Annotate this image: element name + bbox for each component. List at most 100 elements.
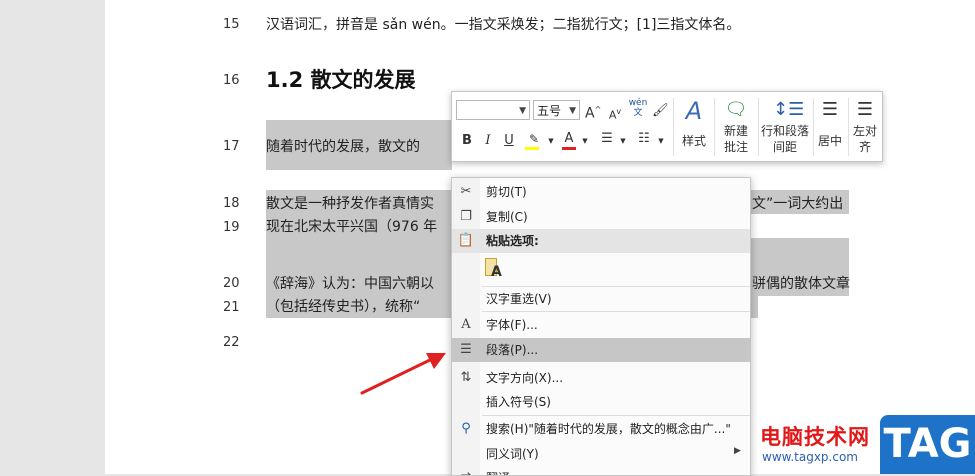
- chevron-down-icon[interactable]: ▼: [581, 132, 589, 150]
- align-left-icon: ☰: [856, 99, 874, 120]
- paragraph-line: （包括经传史书），统称“: [266, 299, 421, 315]
- menu-item-label: 插入符号(S): [486, 395, 551, 409]
- center-button[interactable]: ☰ 居中: [814, 96, 846, 156]
- highlighter-icon: ✎: [528, 132, 540, 146]
- paste-keep-text-only-button[interactable]: A: [482, 256, 504, 282]
- chevron-down-icon[interactable]: ▼: [657, 132, 665, 150]
- italic-button[interactable]: I: [481, 132, 495, 150]
- line-spacing-button[interactable]: ↕☰ 行和段落 间距: [759, 96, 811, 156]
- grow-font-button[interactable]: A^: [585, 101, 601, 123]
- line-number: 22: [223, 335, 240, 350]
- chevron-right-icon: ▶: [734, 446, 741, 456]
- menu-item-copy[interactable]: ❐ 复制(C): [452, 205, 750, 229]
- format-painter-button[interactable]: 🖌: [652, 102, 669, 120]
- paste-options-header: 📋 粘贴选项:: [452, 229, 750, 253]
- menu-item-label: 字体(F)...: [486, 318, 538, 332]
- menu-item-label: 汉字重选(V): [486, 292, 552, 306]
- paragraph-line: 汉语词汇，拼音是 sǎn wén。一指文采焕发；二指犹行文；[1]三指文体名。: [266, 17, 741, 33]
- menu-item-label: 同义词(Y): [486, 447, 539, 461]
- menu-item-hanzi-reconvert[interactable]: 汉字重选(V): [452, 287, 750, 311]
- font-name-combo[interactable]: ▼: [456, 100, 530, 120]
- new-comment-label: 新建: [723, 124, 748, 138]
- line-number: 21: [223, 300, 240, 315]
- numbering-button[interactable]: ☷: [633, 130, 655, 148]
- chevron-down-icon[interactable]: ▼: [547, 132, 555, 150]
- toolbar-divider: [673, 98, 674, 156]
- menu-item-translate[interactable]: ⇄ 翻译: [452, 466, 750, 475]
- text-direction-icon: ⇅: [460, 370, 472, 385]
- line-number: 15: [223, 17, 240, 32]
- line-number: 17: [223, 139, 240, 154]
- phonetic-guide-button[interactable]: wén文: [627, 98, 649, 118]
- menu-item-text-direction[interactable]: ⇅ 文字方向(X)...: [452, 366, 750, 390]
- format-painter-icon: 🖌: [652, 103, 669, 118]
- menu-item-insert-symbol[interactable]: 插入符号(S): [452, 390, 750, 414]
- center-label: 居中: [817, 134, 842, 148]
- paragraph-icon: ☰: [460, 342, 472, 357]
- line-number: 16: [223, 73, 240, 88]
- menu-item-label: 翻译: [486, 469, 510, 475]
- underline-button[interactable]: U: [502, 132, 516, 150]
- new-comment-icon: 🗨: [724, 99, 748, 120]
- grow-font-icon: A: [585, 105, 595, 122]
- bold-icon: B: [462, 133, 472, 148]
- new-comment-button[interactable]: 🗨 新建 批注: [716, 96, 756, 156]
- clipboard-icon: 📋: [457, 233, 475, 248]
- chevron-down-icon: ▼: [569, 106, 576, 116]
- shrink-font-button[interactable]: Av: [607, 103, 623, 125]
- menu-item-label: 文字方向(X)...: [486, 371, 564, 385]
- align-center-icon: ☰: [821, 99, 839, 120]
- bullets-button[interactable]: ☰: [596, 130, 618, 148]
- line-spacing-label: 间距: [772, 140, 797, 154]
- menu-item-synonyms[interactable]: 同义词(Y) ▶: [452, 442, 750, 466]
- phonetic-guide-icon: wén文: [628, 98, 648, 118]
- line-number: 20: [223, 276, 240, 291]
- line-number: 19: [223, 220, 240, 235]
- paragraph-line: 现在北宋太平兴国（976 年: [266, 219, 438, 235]
- align-left-label: 左对: [852, 124, 877, 138]
- watermark-tag-logo: TAG: [880, 415, 975, 474]
- text-only-icon: A: [491, 264, 502, 280]
- styles-button[interactable]: A 样式: [676, 96, 712, 156]
- menu-item-paragraph[interactable]: ☰ 段落(P)...: [452, 338, 750, 362]
- toolbar-divider: [714, 98, 715, 156]
- highlight-color-bar: [525, 147, 539, 150]
- annotation-arrow-icon: [360, 353, 446, 395]
- highlight-button[interactable]: ✎: [522, 130, 546, 150]
- underline-icon: U: [504, 133, 514, 148]
- menu-item-font[interactable]: A 字体(F)...: [452, 313, 750, 337]
- section-heading: 1.2 散文的发展: [266, 68, 416, 92]
- line-spacing-label: 行和段落: [760, 124, 809, 138]
- scissors-icon: ✂: [460, 184, 472, 199]
- menu-item-label: 复制(C): [486, 210, 528, 224]
- search-icon: ⚲: [461, 421, 471, 436]
- numbered-list-icon: ☷: [638, 131, 650, 146]
- paragraph-line: 散文是一种抒发作者真情实: [266, 196, 434, 212]
- new-comment-label: 批注: [723, 140, 748, 154]
- font-icon: A: [461, 317, 471, 332]
- align-left-button[interactable]: ☰ 左对 齐: [849, 96, 881, 156]
- chevron-down-icon: ▼: [519, 106, 526, 116]
- font-color-bar: [562, 147, 576, 150]
- font-size-value: 五号: [537, 104, 562, 118]
- align-left-label: 齐: [858, 140, 871, 154]
- chevron-down-icon[interactable]: ▼: [619, 132, 627, 150]
- menu-separator: [482, 415, 750, 416]
- font-color-button[interactable]: A: [559, 130, 579, 150]
- menu-item-cut[interactable]: ✂ 剪切(T): [452, 180, 750, 204]
- styles-label: 样式: [681, 134, 706, 148]
- menu-item-label: 粘贴选项:: [486, 234, 539, 248]
- paragraph-line: 《辞海》认为：中国六朝以: [266, 276, 434, 292]
- bullet-list-icon: ☰: [601, 131, 613, 146]
- font-size-combo[interactable]: 五号 ▼: [533, 100, 580, 120]
- mini-toolbar: ▼ 五号 ▼ A^ Av wén文 🖌 B I U ✎ ▼ A ▼ ☰ ▼ ☷ …: [451, 91, 883, 162]
- watermark-site-name: 电脑技术网: [760, 425, 870, 449]
- line-number: 18: [223, 196, 240, 211]
- paragraph-line: 随着时代的发展，散文的: [266, 139, 420, 155]
- watermark-url: www.tagxp.com: [762, 450, 858, 464]
- menu-item-search[interactable]: ⚲ 搜索(H)"随着时代的发展，散文的概念由广...": [452, 417, 750, 441]
- bold-button[interactable]: B: [460, 132, 474, 150]
- line-spacing-icon: ↕☰: [773, 99, 805, 120]
- italic-icon: I: [485, 133, 491, 148]
- copy-icon: ❐: [460, 209, 472, 224]
